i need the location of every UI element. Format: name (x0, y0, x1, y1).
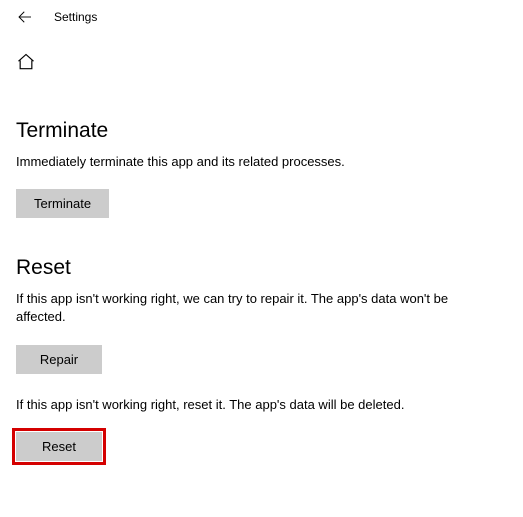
reset-section: Reset If this app isn't working right, w… (16, 256, 507, 461)
repair-description: If this app isn't working right, we can … (16, 290, 496, 326)
terminate-description: Immediately terminate this app and its r… (16, 153, 496, 171)
reset-subblock: If this app isn't working right, reset i… (16, 396, 507, 461)
reset-button[interactable]: Reset (16, 432, 102, 461)
back-arrow-icon[interactable] (16, 8, 34, 26)
home-row (0, 34, 523, 91)
terminate-button[interactable]: Terminate (16, 189, 109, 218)
header-title: Settings (54, 10, 97, 24)
content-area: Terminate Immediately terminate this app… (0, 119, 523, 461)
repair-button[interactable]: Repair (16, 345, 102, 374)
reset-heading: Reset (16, 256, 507, 280)
reset-description: If this app isn't working right, reset i… (16, 396, 496, 414)
terminate-section: Terminate Immediately terminate this app… (16, 119, 507, 218)
home-icon[interactable] (16, 52, 36, 72)
header-bar: Settings (0, 0, 523, 34)
terminate-heading: Terminate (16, 119, 507, 143)
